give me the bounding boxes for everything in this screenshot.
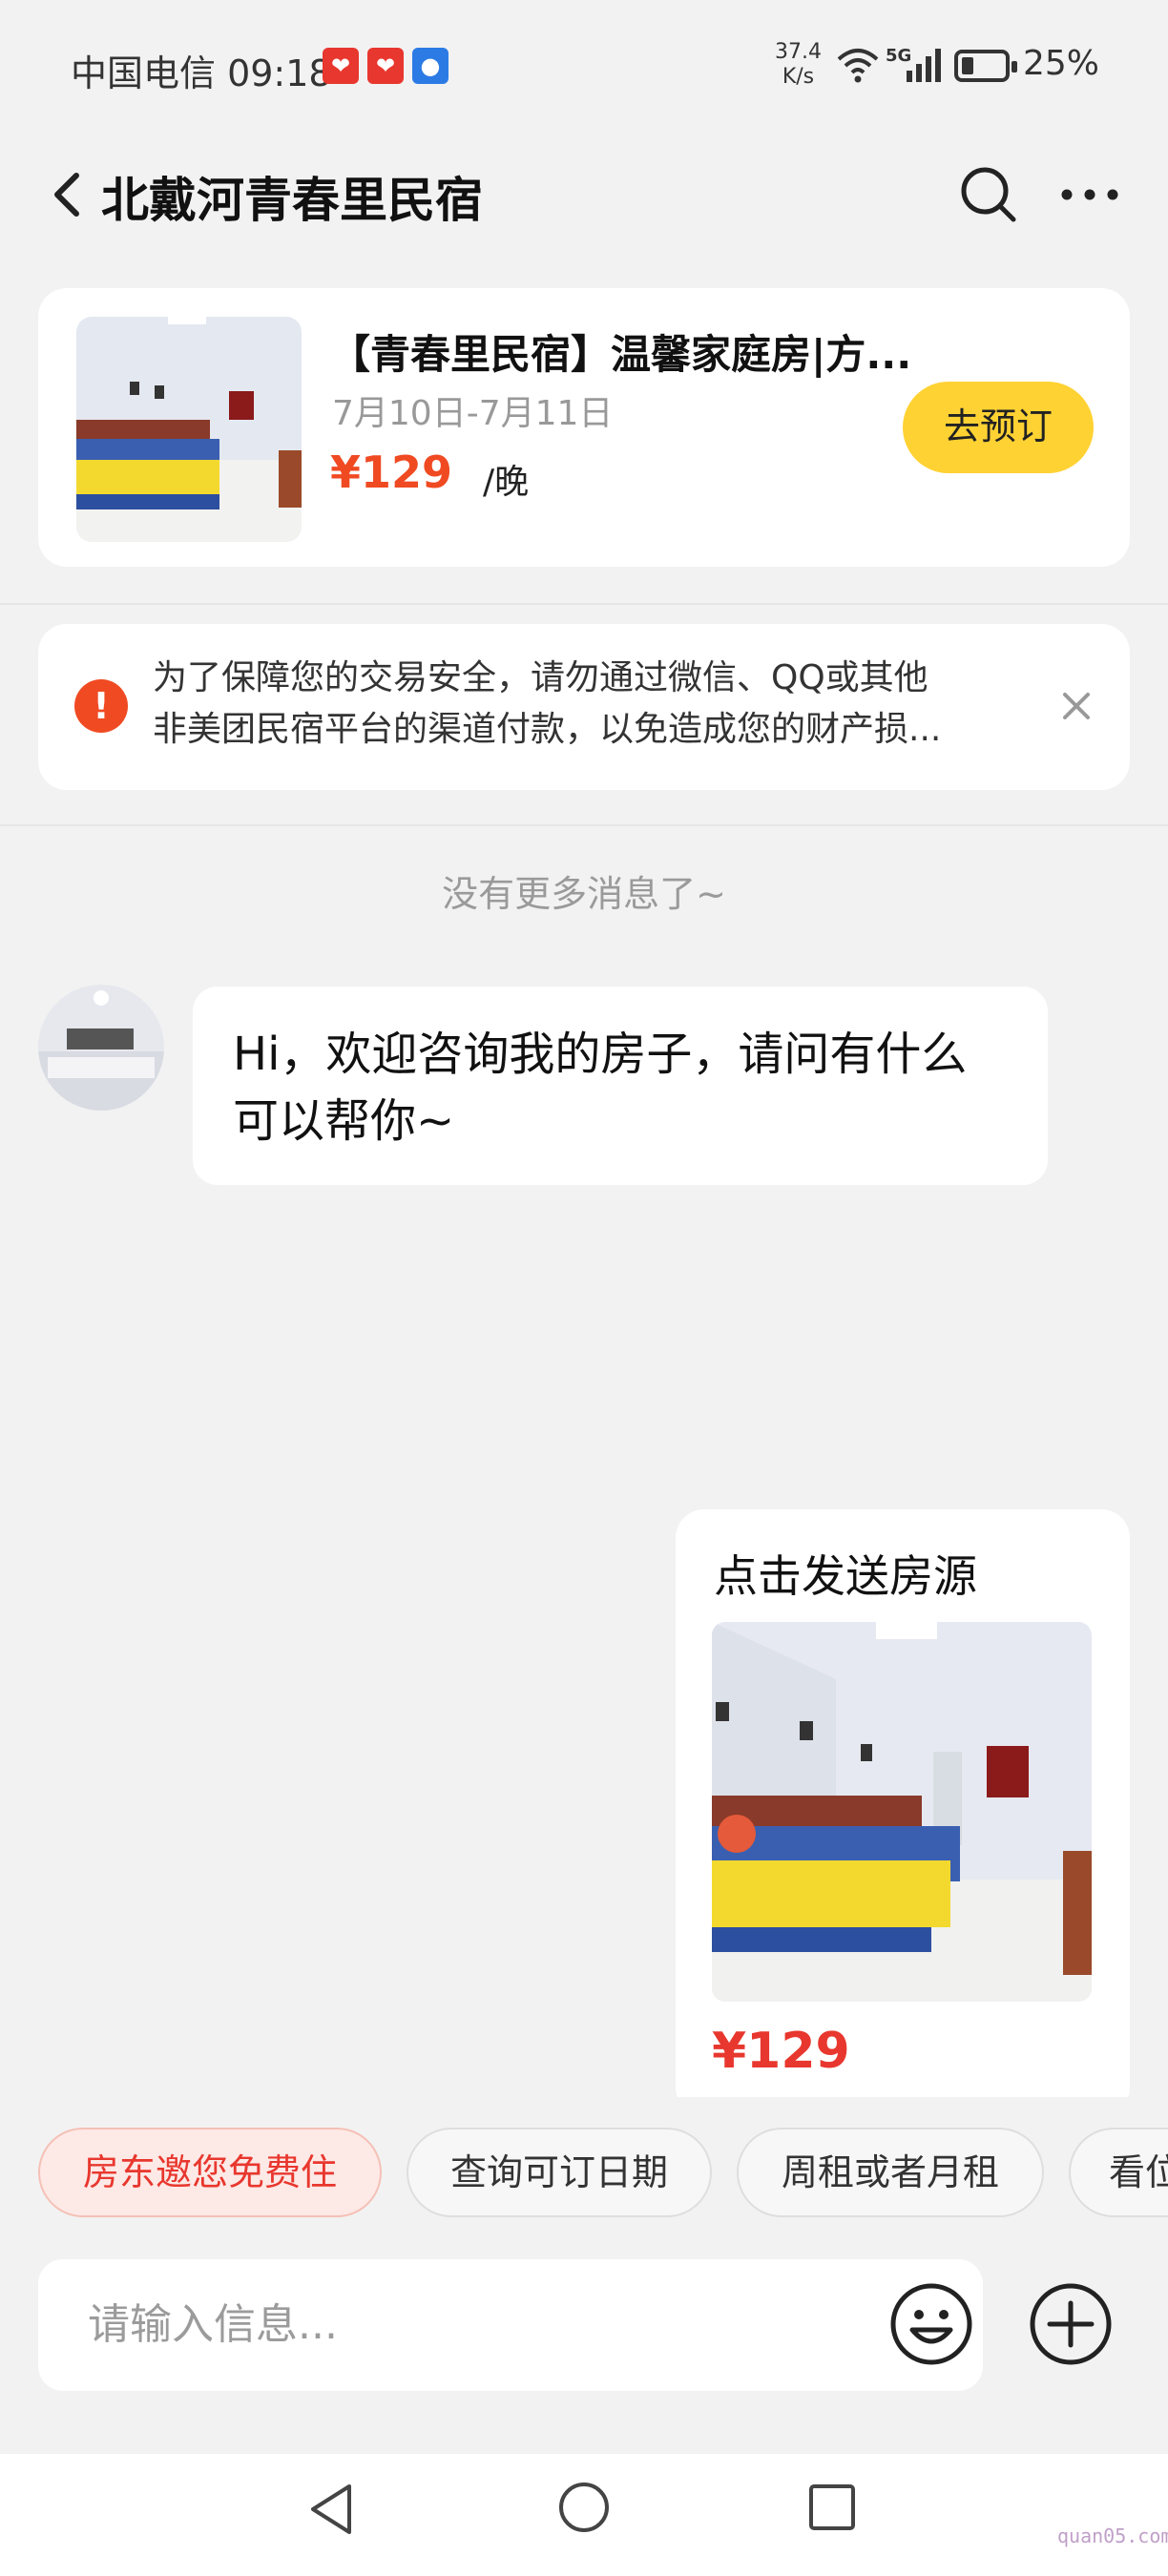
network-speed-unit: K/s (782, 65, 815, 89)
safety-warning-banner: ! 为了保障您的交易安全，请勿通过微信、QQ或其他 非美团民宿平台的渠道付款，以… (38, 624, 1130, 790)
emoji-icon[interactable] (889, 2282, 973, 2366)
plus-circle-icon[interactable] (1029, 2282, 1113, 2366)
warning-line-1: 为了保障您的交易安全，请勿通过微信、QQ或其他 (153, 658, 928, 697)
status-bar: 中国电信 09:18 ❤ ❤ ● 37.4 K/s 5G 25% (0, 0, 1168, 134)
no-more-messages: 没有更多消息了~ (442, 873, 726, 915)
divider (0, 603, 1168, 605)
chip-weekly-monthly[interactable]: 周租或者月租 (737, 2128, 1044, 2217)
chip-free-stay[interactable]: 房东邀您免费住 (38, 2128, 382, 2217)
listing-thumbnail[interactable] (76, 317, 302, 542)
wifi-icon (837, 49, 879, 83)
chip-check-dates[interactable]: 查询可订日期 (407, 2128, 712, 2217)
nav-back-icon[interactable] (303, 2479, 365, 2540)
notification-app-icon: ● (412, 48, 448, 84)
battery-percent: 25% (1023, 44, 1100, 83)
page-title: 北戴河青春里民宿 (101, 173, 483, 228)
send-listing-title: 点击发送房源 (714, 1550, 977, 1602)
nav-home-icon[interactable] (553, 2477, 615, 2538)
listing-card[interactable]: 【青春里民宿】温馨家庭房|方... 7月10日-7月11日 ¥129 /晚 去预… (38, 288, 1130, 567)
send-listing-card[interactable]: 点击发送房源 ¥129 (676, 1509, 1130, 2116)
host-avatar[interactable] (38, 985, 164, 1111)
watermark: quan05.com (1057, 2524, 1168, 2547)
carrier-time: 中国电信 09:18 (71, 52, 332, 94)
more-icon[interactable] (1055, 168, 1124, 221)
warning-text: 为了保障您的交易安全，请勿通过微信、QQ或其他 非美团民宿平台的渠道付款，以免造… (153, 653, 1059, 756)
quick-reply-chips: 房东邀您免费住 查询可订日期 周租或者月租 看位置 (0, 2097, 1168, 2250)
network-speed-value: 37.4 (775, 40, 822, 64)
notification-app-icon: ❤ (367, 48, 404, 84)
listing-dates: 7月10日-7月11日 (332, 394, 614, 433)
avatar-image (38, 985, 164, 1111)
message-input-box (38, 2259, 983, 2391)
message-input[interactable] (88, 2290, 870, 2358)
close-icon[interactable] (1052, 681, 1101, 731)
send-listing-price: ¥129 (712, 2023, 850, 2080)
host-message-bubble: Hi，欢迎咨询我的房子，请问有什么可以帮你~ (193, 987, 1048, 1185)
listing-price: ¥129 (330, 447, 453, 498)
nav-recent-icon[interactable] (803, 2479, 861, 2536)
exclamation-icon: ! (74, 679, 128, 733)
room-photo (712, 1622, 1092, 2002)
listing-price-unit: /晚 (483, 463, 530, 502)
notification-app-icon: ❤ (323, 48, 359, 84)
search-icon[interactable] (958, 164, 1019, 225)
chip-location[interactable]: 看位置 (1069, 2128, 1168, 2217)
system-nav-bar (0, 2454, 1168, 2576)
warning-line-2: 非美团民宿平台的渠道付款，以免造成您的财产损... (153, 710, 942, 749)
book-button[interactable]: 去预订 (903, 382, 1094, 473)
room-photo-thumbnail (76, 317, 302, 542)
signal-icon (907, 49, 941, 82)
network-speed: 37.4 K/s (775, 40, 822, 90)
battery-icon (954, 50, 1017, 82)
chevron-left-icon[interactable] (42, 168, 95, 221)
chat-header: 北戴河青春里民宿 (0, 134, 1168, 258)
send-listing-image[interactable] (712, 1622, 1092, 2002)
listing-title: 【青春里民宿】温馨家庭房|方... (330, 331, 912, 378)
divider (0, 824, 1168, 826)
